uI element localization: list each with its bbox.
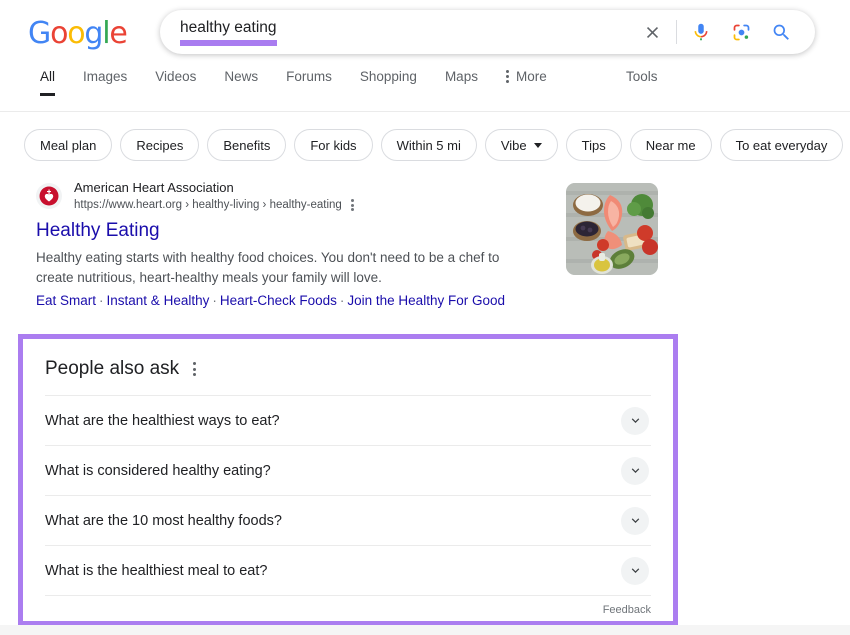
- filter-chip-recipes[interactable]: Recipes: [120, 129, 199, 161]
- paa-question-text: What is considered healthy eating?: [45, 461, 271, 481]
- nav-tab-shopping[interactable]: Shopping: [346, 70, 431, 96]
- nav-more-button[interactable]: More: [492, 70, 561, 96]
- nav-tab-all[interactable]: All: [36, 70, 69, 96]
- result-title-link[interactable]: Healthy Eating: [36, 219, 160, 243]
- people-also-ask-footer: Feedback: [45, 595, 651, 623]
- people-also-ask-section: People also ask What are the healthiest …: [23, 339, 673, 621]
- nav-tab-news[interactable]: News: [210, 70, 272, 96]
- chip-label: Recipes: [136, 138, 183, 153]
- google-lens-icon[interactable]: [721, 12, 761, 52]
- nav-more-label: More: [516, 70, 547, 84]
- chevron-down-icon[interactable]: [621, 457, 649, 485]
- logo-letter-0: G: [28, 19, 50, 49]
- chevron-down-icon[interactable]: [621, 507, 649, 535]
- sitelink-heart-check-foods[interactable]: Heart-Check Foods: [220, 293, 337, 308]
- paa-question-text: What are the healthiest ways to eat?: [45, 411, 280, 431]
- nav-tab-images[interactable]: Images: [69, 70, 141, 96]
- result-snippet: Healthy eating starts with healthy food …: [36, 248, 536, 288]
- filter-chip-vibe[interactable]: Vibe: [485, 129, 558, 161]
- result-site-name: American Heart Association: [74, 180, 354, 196]
- page-bottom-strip: [0, 625, 850, 635]
- sitelink-instant-healthy[interactable]: Instant & Healthy: [107, 293, 210, 308]
- result-sitelinks: Eat Smart·Instant & Healthy·Heart-Check …: [36, 291, 676, 311]
- nav-tab-videos[interactable]: Videos: [141, 70, 210, 96]
- filter-chip-to-eat-everyday[interactable]: To eat everyday: [720, 129, 844, 161]
- chevron-down-icon: [534, 143, 542, 148]
- paa-question-row[interactable]: What are the healthiest ways to eat?: [45, 395, 651, 445]
- people-also-ask-header: People also ask: [45, 357, 651, 395]
- chip-label: Meal plan: [40, 138, 96, 153]
- filter-chip-near-me[interactable]: Near me: [630, 129, 712, 161]
- search-icon[interactable]: [761, 12, 801, 52]
- filter-chip-for-kids[interactable]: For kids: [294, 129, 372, 161]
- feedback-link[interactable]: Feedback: [603, 604, 651, 616]
- search-input[interactable]: healthy eating: [180, 20, 277, 36]
- chip-label: For kids: [310, 138, 356, 153]
- result-url: https://www.heart.org › healthy-living ›…: [74, 198, 342, 212]
- healthy-food-thumbnail[interactable]: [566, 183, 658, 275]
- google-logo[interactable]: Google: [28, 19, 127, 49]
- result-url-line: https://www.heart.org › healthy-living ›…: [74, 198, 354, 212]
- chevron-down-icon[interactable]: [621, 407, 649, 435]
- chip-label: To eat everyday: [736, 138, 828, 153]
- sitelink-separator: ·: [96, 293, 107, 308]
- search-result: American Heart Association https://www.h…: [36, 180, 676, 311]
- paa-question-row[interactable]: What is considered healthy eating?: [45, 445, 651, 495]
- sitelink-separator: ·: [337, 293, 348, 308]
- logo-letter-4: l: [102, 19, 109, 49]
- people-also-ask-title: People also ask: [45, 357, 179, 381]
- close-icon[interactable]: [632, 12, 672, 52]
- tools-button[interactable]: Tools: [626, 70, 658, 84]
- people-also-ask-options-icon[interactable]: [193, 362, 196, 376]
- filter-chip-tips[interactable]: Tips: [566, 129, 622, 161]
- search-bar-actions: [632, 12, 801, 52]
- sitelink-join-the-healthy-for-good[interactable]: Join the Healthy For Good: [347, 293, 505, 308]
- chip-label: Near me: [646, 138, 696, 153]
- logo-letter-2: o: [67, 19, 84, 49]
- people-also-ask-highlight: People also ask What are the healthiest …: [18, 334, 678, 626]
- result-source-meta: American Heart Association https://www.h…: [74, 180, 354, 212]
- logo-letter-3: g: [84, 19, 102, 49]
- chip-label: Within 5 mi: [397, 138, 461, 153]
- people-also-ask-list: What are the healthiest ways to eat? What…: [45, 395, 651, 595]
- paa-question-row[interactable]: What is the healthiest meal to eat?: [45, 545, 651, 595]
- microphone-icon[interactable]: [681, 12, 721, 52]
- sitelink-separator: ·: [209, 293, 220, 308]
- search-input-wrap[interactable]: healthy eating: [180, 10, 632, 54]
- filter-chips-row: Meal plan Recipes Benefits For kids Within 5…: [0, 112, 850, 164]
- filter-chip-benefits[interactable]: Benefits: [207, 129, 286, 161]
- dots-vertical-icon: [506, 70, 509, 83]
- result-options-icon[interactable]: [351, 199, 354, 211]
- divider: [676, 20, 677, 44]
- paa-question-text: What is the healthiest meal to eat?: [45, 561, 267, 581]
- sitelink-eat-smart[interactable]: Eat Smart: [36, 293, 96, 308]
- chevron-down-icon[interactable]: [621, 557, 649, 585]
- filter-chip-within-5-mi[interactable]: Within 5 mi: [381, 129, 477, 161]
- nav-tab-maps[interactable]: Maps: [431, 70, 492, 96]
- american-heart-association-favicon: [36, 183, 62, 209]
- chip-label: Benefits: [223, 138, 270, 153]
- filter-chip-meal-plan[interactable]: Meal plan: [24, 129, 112, 161]
- chip-label: Tips: [582, 138, 606, 153]
- logo-letter-5: e: [109, 19, 126, 49]
- search-bar[interactable]: healthy eating: [160, 10, 815, 54]
- logo-letter-1: o: [50, 19, 67, 49]
- query-highlight-underline: [180, 40, 277, 46]
- chip-label: Vibe: [501, 138, 527, 153]
- nav-tab-list: AllImagesVideosNewsForumsShoppingMaps: [36, 70, 492, 96]
- search-header: Google healthy eating: [0, 0, 850, 70]
- search-nav-tabs: AllImagesVideosNewsForumsShoppingMaps Mo…: [0, 70, 850, 112]
- paa-question-row[interactable]: What are the 10 most healthy foods?: [45, 495, 651, 545]
- paa-question-text: What are the 10 most healthy foods?: [45, 511, 282, 531]
- nav-tab-forums[interactable]: Forums: [272, 70, 346, 96]
